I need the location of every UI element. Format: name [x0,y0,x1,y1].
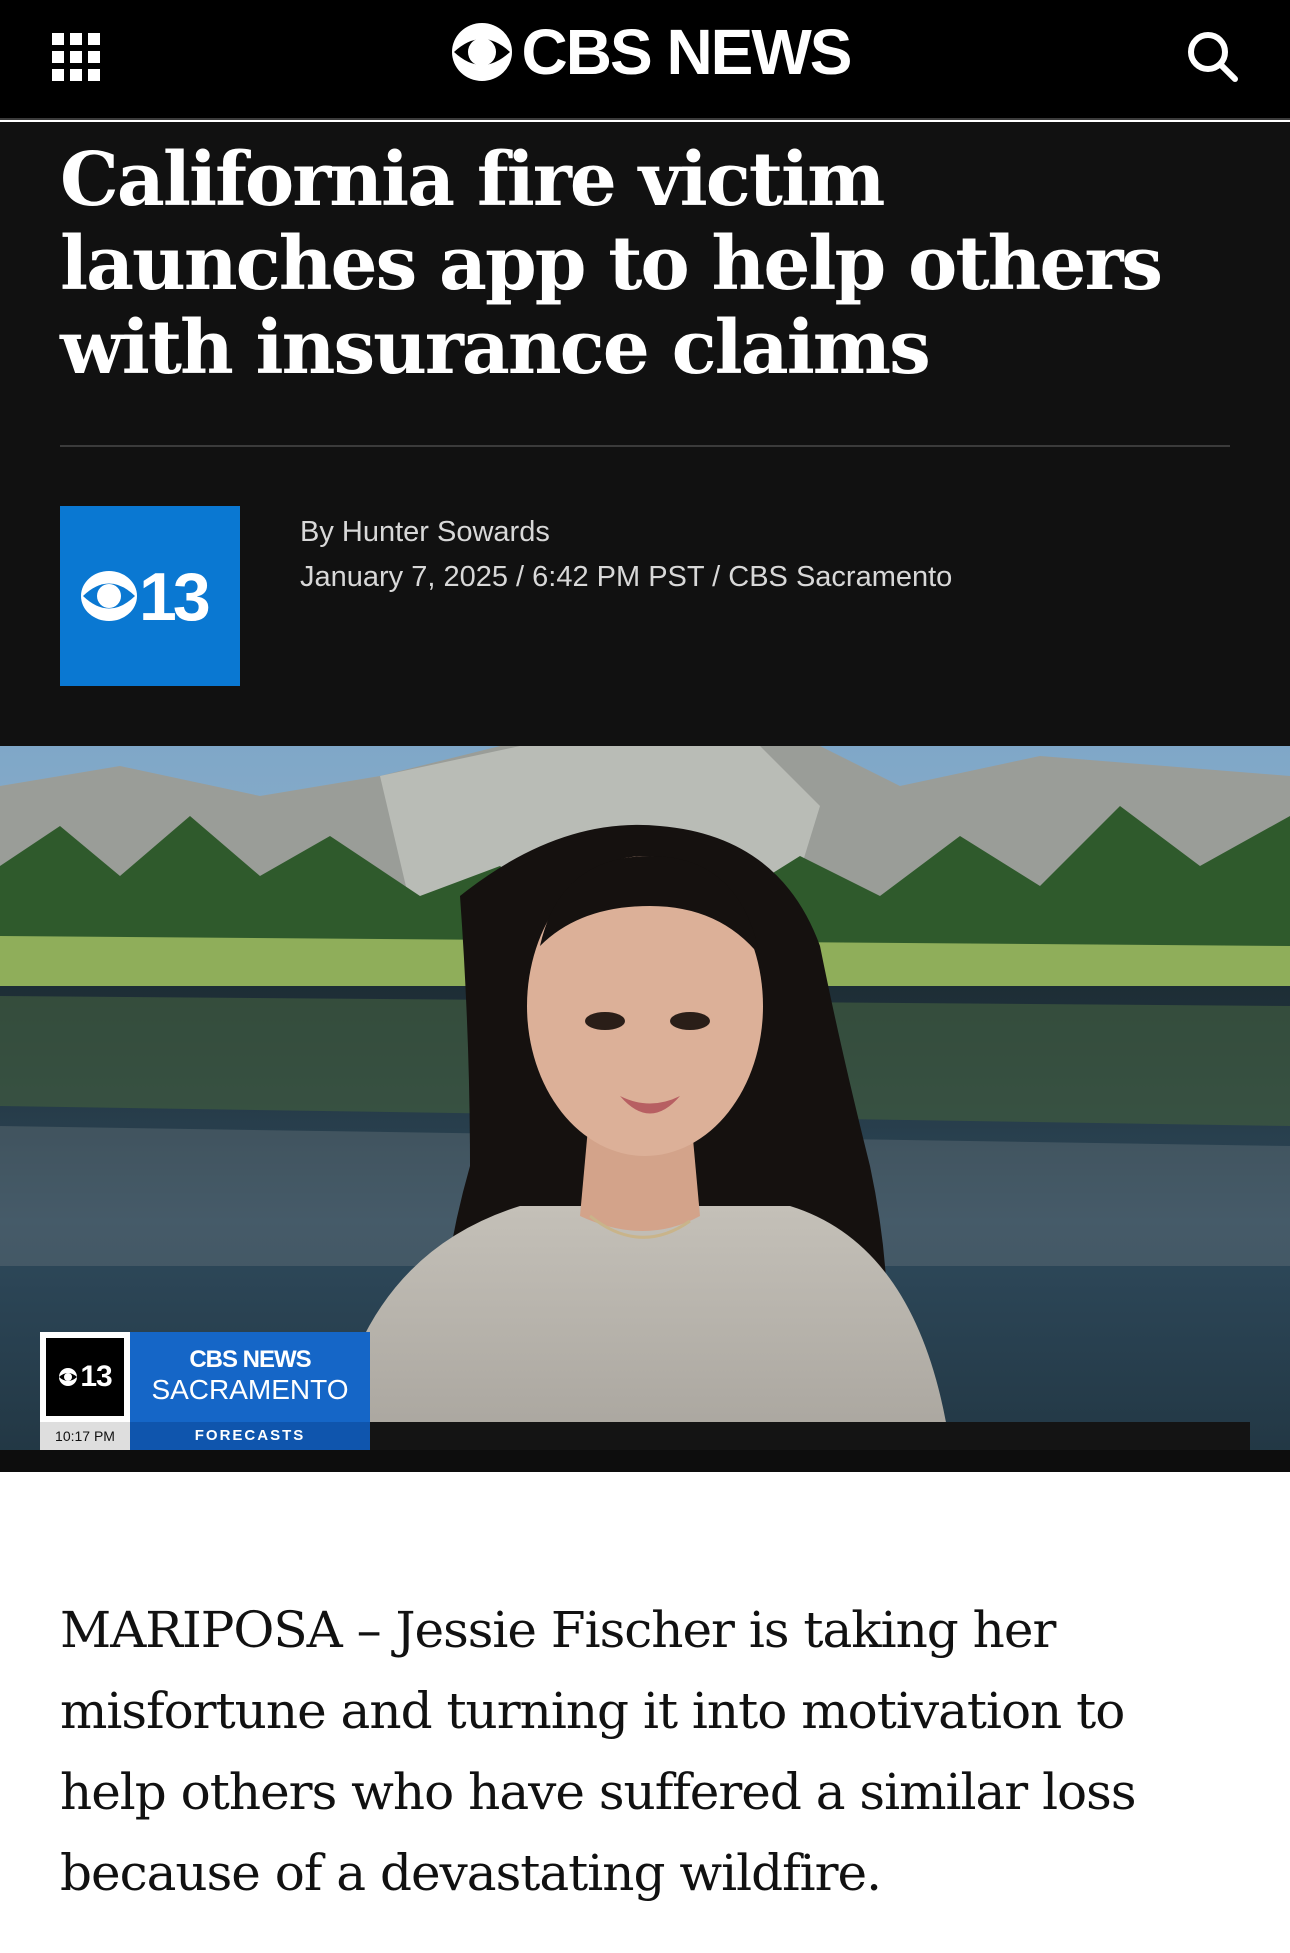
cbs-eye-icon [59,1368,78,1386]
article-body: MARIPOSA – Jessie Fischer is taking her … [60,1590,1230,1914]
cbs13-overlay-logo: 13 [40,1332,130,1422]
overlay-brand-block: CBS NEWS SACRAMENTO [130,1332,370,1422]
brand-wordmark: CBS NEWS [521,16,853,88]
overlay-logo-number: 13 [80,1360,112,1393]
article-header: California fire victim launches app to h… [0,122,1290,746]
article-paragraph: MARIPOSA – Jessie Fischer is taking her … [60,1601,1136,1902]
station-number: 13 [139,559,209,635]
cbs13-logo-icon: 13 [81,559,213,635]
top-nav-bar: CBS NEWS [0,0,1290,120]
cbs13-station-logo[interactable]: 13 [60,506,240,686]
overlay-section: FORECASTS [130,1422,370,1450]
overlay-station: SACRAMENTO [151,1374,349,1405]
overlay-time: 10:17 PM [40,1422,130,1450]
dateline: January 7, 2025 / 6:42 PM PST / CBS Sacr… [300,561,953,593]
search-icon[interactable] [1180,22,1244,86]
video-player[interactable]: 13 CBS NEWS SACRAMENTO 10:17 PM FORECAST… [0,746,1290,1472]
cbs-news-logo[interactable]: CBS NEWS [425,14,875,90]
author-name[interactable]: By Hunter Sowards [300,510,952,555]
overlay-brand: CBS NEWS [189,1346,311,1373]
grid-menu-icon[interactable] [44,26,100,82]
cbs-eye-icon [451,23,512,81]
news-ticker: 10:17 PM FORECASTS [40,1422,1250,1450]
article-headline: California fire victim launches app to h… [60,137,1163,391]
byline: By Hunter Sowards January 7, 2025 / 6:42… [300,510,952,600]
header-divider [60,445,1230,447]
